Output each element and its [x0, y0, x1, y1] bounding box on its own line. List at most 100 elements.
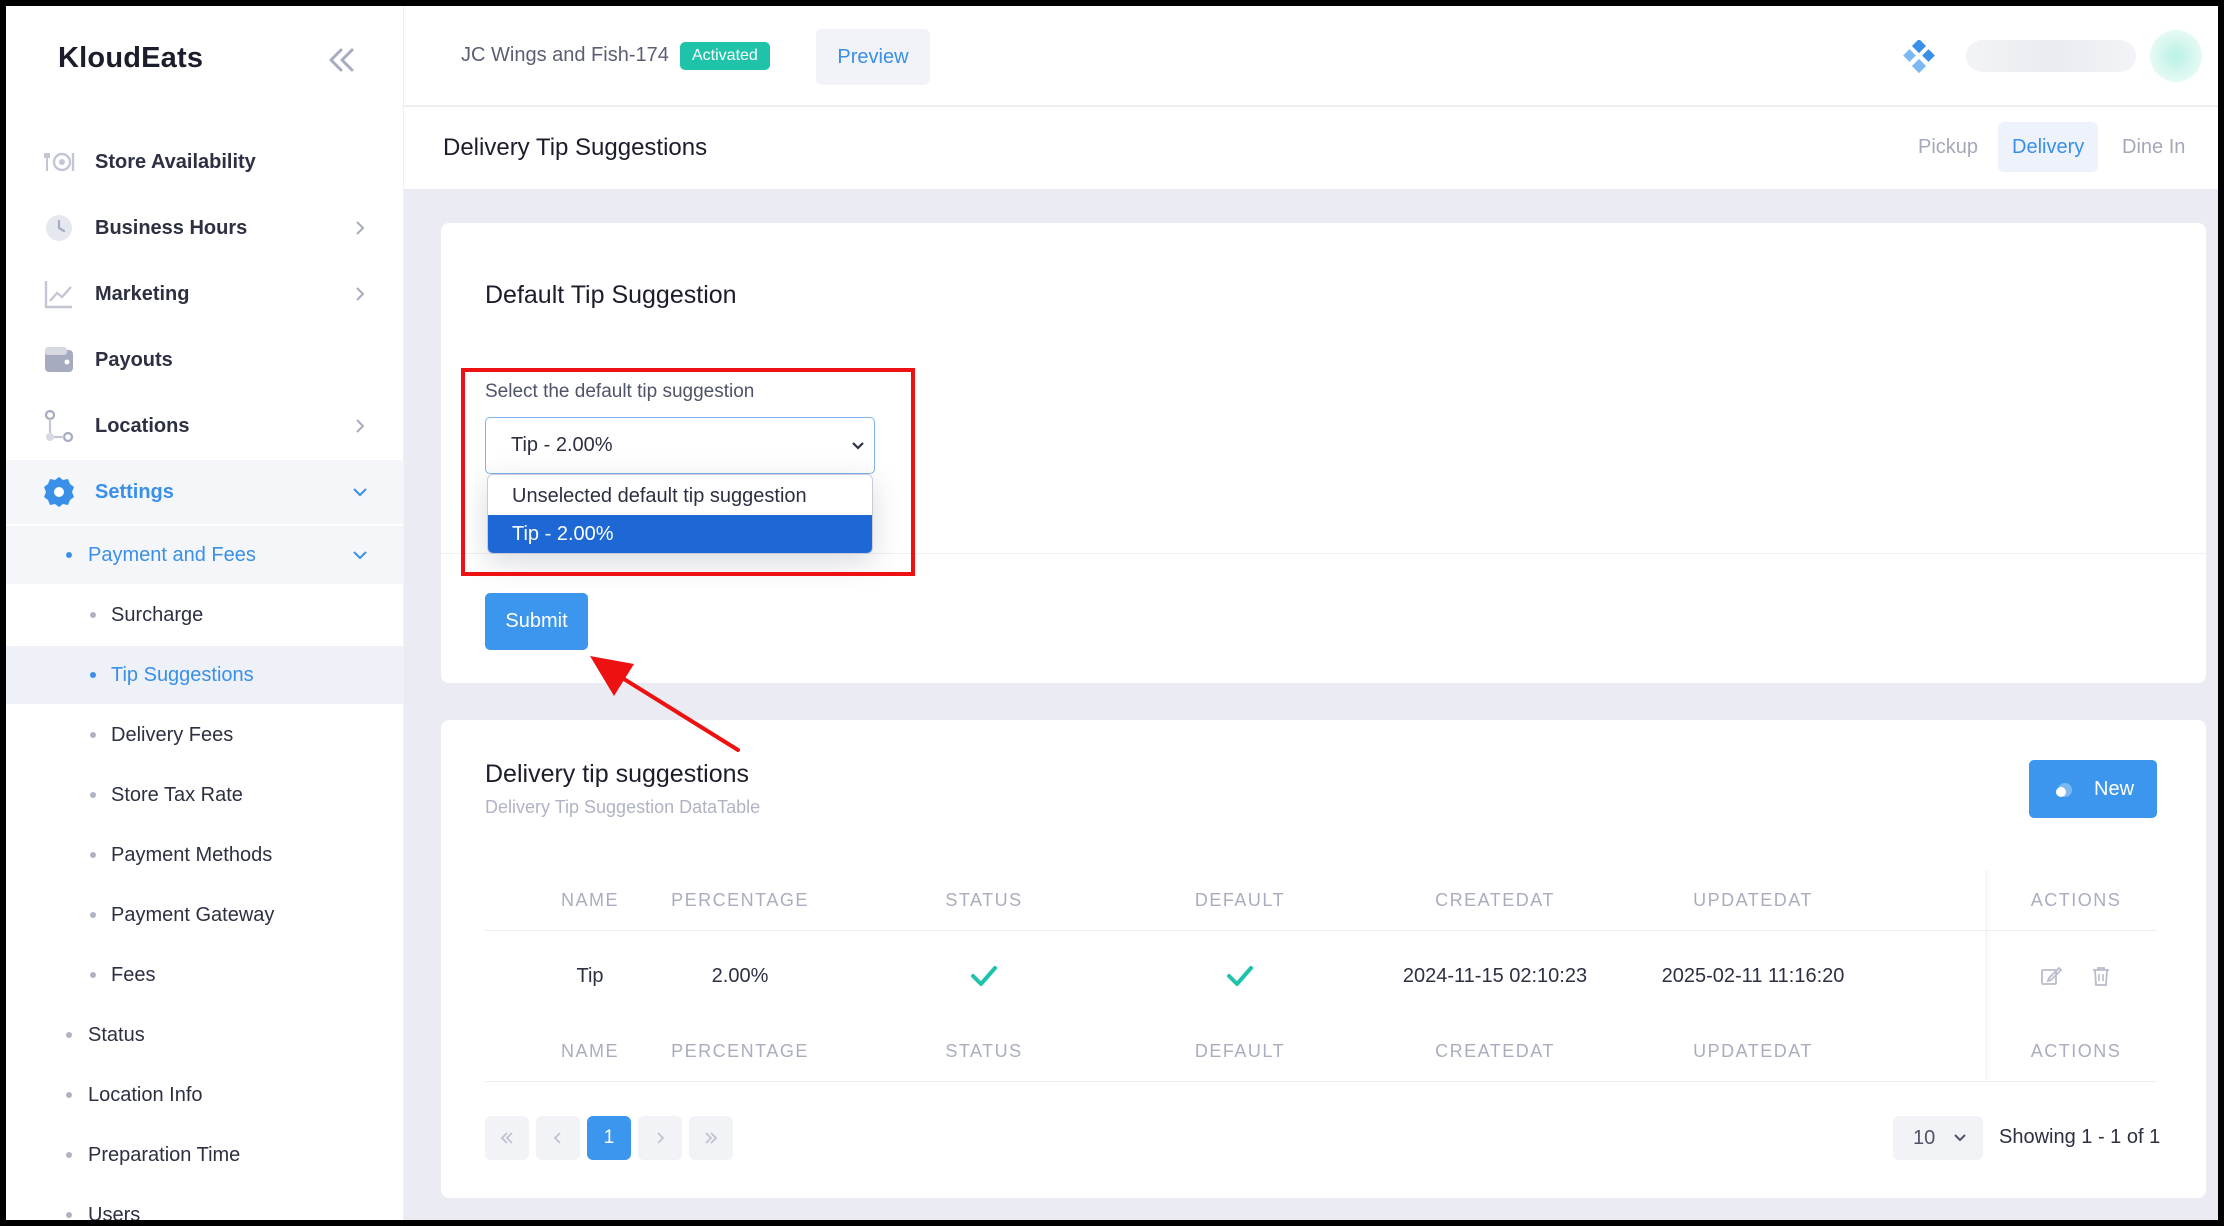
sidebar-item-payment-methods[interactable]: Payment Methods [6, 826, 404, 884]
sidebar-item-label: Tip Suggestions [111, 663, 254, 686]
sidebar-item-label: Users [88, 1203, 141, 1221]
sidebar-item-store-tax-rate[interactable]: Store Tax Rate [6, 766, 404, 824]
sidebar-item-location-info[interactable]: Location Info [6, 1066, 404, 1124]
column-footer-default: DEFAULT [1194, 1040, 1286, 1061]
avatar[interactable] [2150, 30, 2202, 82]
bullet [66, 1032, 72, 1038]
card-subtitle: Delivery Tip Suggestion DataTable [485, 797, 761, 817]
arrow-annotation-icon [590, 656, 740, 752]
next-page-button[interactable] [638, 1116, 682, 1160]
cell-default [1155, 931, 1325, 1021]
sidebar-item-marketing[interactable]: Marketing [6, 262, 404, 326]
highlight-box [461, 368, 915, 576]
sidebar-item-label: Locations [95, 414, 190, 437]
bullet [90, 612, 96, 618]
per-page-select[interactable]: 10 [1893, 1116, 1983, 1160]
sidebar-item-locations[interactable]: Locations [6, 394, 404, 458]
top-bar: JC Wings and Fish-174 Activated Preview [404, 6, 2218, 106]
user-name-blurred[interactable] [1966, 40, 2136, 72]
sidebar-item-delivery-fees[interactable]: Delivery Fees [6, 706, 404, 764]
sidebar-item-label: Business Hours [95, 216, 248, 239]
collapse-sidebar-icon[interactable] [324, 46, 358, 74]
new-button-label: New [2094, 778, 2135, 800]
page-title: Delivery Tip Suggestions [443, 134, 708, 161]
chevron-right-icon [356, 287, 365, 301]
locations-icon [44, 409, 74, 443]
column-header-default[interactable]: DEFAULT [1155, 870, 1325, 930]
first-page-button[interactable] [485, 1116, 529, 1160]
cell-createdat: 2024-11-15 02:10:23 [1402, 964, 1588, 987]
column-footer-createdat: CREATEDAT [1435, 1040, 1555, 1061]
sidebar-item-label: Payment Methods [111, 843, 273, 866]
page-button-1[interactable]: 1 [587, 1116, 631, 1160]
column-footer-percentage: PERCENTAGE [671, 1040, 809, 1061]
sidebar-item-label: Fees [111, 963, 156, 986]
sidebar-item-label: Payouts [95, 348, 173, 371]
sidebar-item-status[interactable]: Status [6, 1006, 404, 1064]
sidebar-item-preparation-time[interactable]: Preparation Time [6, 1126, 404, 1184]
store-icon [44, 152, 75, 172]
column-header-percentage[interactable]: PERCENTAGE [635, 870, 845, 930]
sidebar-item-label: Location Info [88, 1083, 203, 1106]
trash-icon[interactable] [2090, 965, 2112, 987]
chevron-left-icon [553, 1132, 561, 1144]
chevron-right-icon [657, 1132, 665, 1144]
gear-icon [44, 477, 74, 507]
check-icon [971, 966, 997, 986]
sub-header: Delivery Tip Suggestions Pickup Delivery… [404, 107, 2218, 189]
column-footer-status: STATUS [945, 1040, 1023, 1061]
edit-icon[interactable] [2040, 965, 2062, 987]
bullet [90, 732, 96, 738]
sidebar-item-label: Preparation Time [88, 1143, 241, 1166]
wallet-icon [45, 347, 73, 372]
tip-suggestions-table-card: Delivery tip suggestions Delivery Tip Su… [441, 720, 2206, 1198]
diamond-logo-icon[interactable] [1902, 40, 1936, 74]
sidebar-item-payment-gateway[interactable]: Payment Gateway [6, 886, 404, 944]
sidebar-item-label: Payment Gateway [111, 903, 275, 926]
new-button[interactable]: New [2029, 760, 2157, 818]
bullet [66, 1212, 72, 1218]
sidebar-item-settings[interactable]: Settings [6, 460, 404, 524]
sidebar-item-fees[interactable]: Fees [6, 946, 404, 1004]
sidebar-item-payment-and-fees[interactable]: Payment and Fees [6, 526, 404, 584]
bullet [90, 912, 96, 918]
column-header-createdat[interactable]: CREATEDAT [1385, 870, 1605, 930]
preview-button[interactable]: Preview [816, 29, 930, 85]
prev-page-button[interactable] [536, 1116, 580, 1160]
sidebar-item-label: Store Tax Rate [111, 783, 243, 806]
sidebar-item-surcharge[interactable]: Surcharge [6, 586, 404, 644]
tab-pickup[interactable]: Pickup [1904, 122, 1992, 172]
tab-dine-in[interactable]: Dine In [2108, 122, 2199, 172]
cell-percentage: 2.00% [711, 964, 769, 987]
column-header-status[interactable]: STATUS [899, 870, 1069, 930]
sidebar-item-label: Payment and Fees [88, 543, 256, 566]
sidebar-item-tip-suggestions[interactable]: Tip Suggestions [6, 646, 404, 704]
toggle-icon [2056, 783, 2072, 797]
sidebar-item-users[interactable]: Users [6, 1186, 404, 1220]
cell-status [899, 931, 1069, 1021]
table-row: Tip 2.00% 2024-11-15 02:10:23 2025-02-11… [485, 931, 2157, 1021]
brand-logo[interactable]: KloudEats [58, 42, 203, 75]
check-icon [1227, 966, 1253, 986]
sidebar-item-store-availability[interactable]: Store Availability [6, 130, 404, 194]
column-header-updatedat[interactable]: UPDATEDAT [1643, 870, 1863, 930]
sidebar-item-business-hours[interactable]: Business Hours [6, 196, 404, 260]
sidebar-item-label: Store Availability [95, 150, 256, 173]
cell-actions [1995, 931, 2157, 1021]
card-title: Default Tip Suggestion [485, 281, 737, 309]
tab-delivery[interactable]: Delivery [1998, 122, 2099, 172]
chevron-down-icon [1954, 1134, 1966, 1142]
chart-icon [44, 281, 72, 309]
last-page-button[interactable] [689, 1116, 733, 1160]
data-table: NAME PERCENTAGE STATUS DEFAULT CREATEDAT… [485, 870, 2157, 1082]
submit-button[interactable]: Submit [485, 593, 588, 650]
table-header-row: NAME PERCENTAGE STATUS DEFAULT CREATEDAT… [485, 870, 2157, 930]
bullet [66, 1092, 72, 1098]
sidebar-item-payouts[interactable]: Payouts [6, 328, 404, 392]
sidebar-item-label: Settings [95, 480, 174, 503]
bullet [90, 972, 96, 978]
card-title: Delivery tip suggestions [485, 760, 750, 788]
sidebar-item-label: Status [88, 1023, 145, 1046]
per-page-value: 10 [1913, 1126, 1936, 1149]
chevron-down-icon [353, 488, 367, 497]
